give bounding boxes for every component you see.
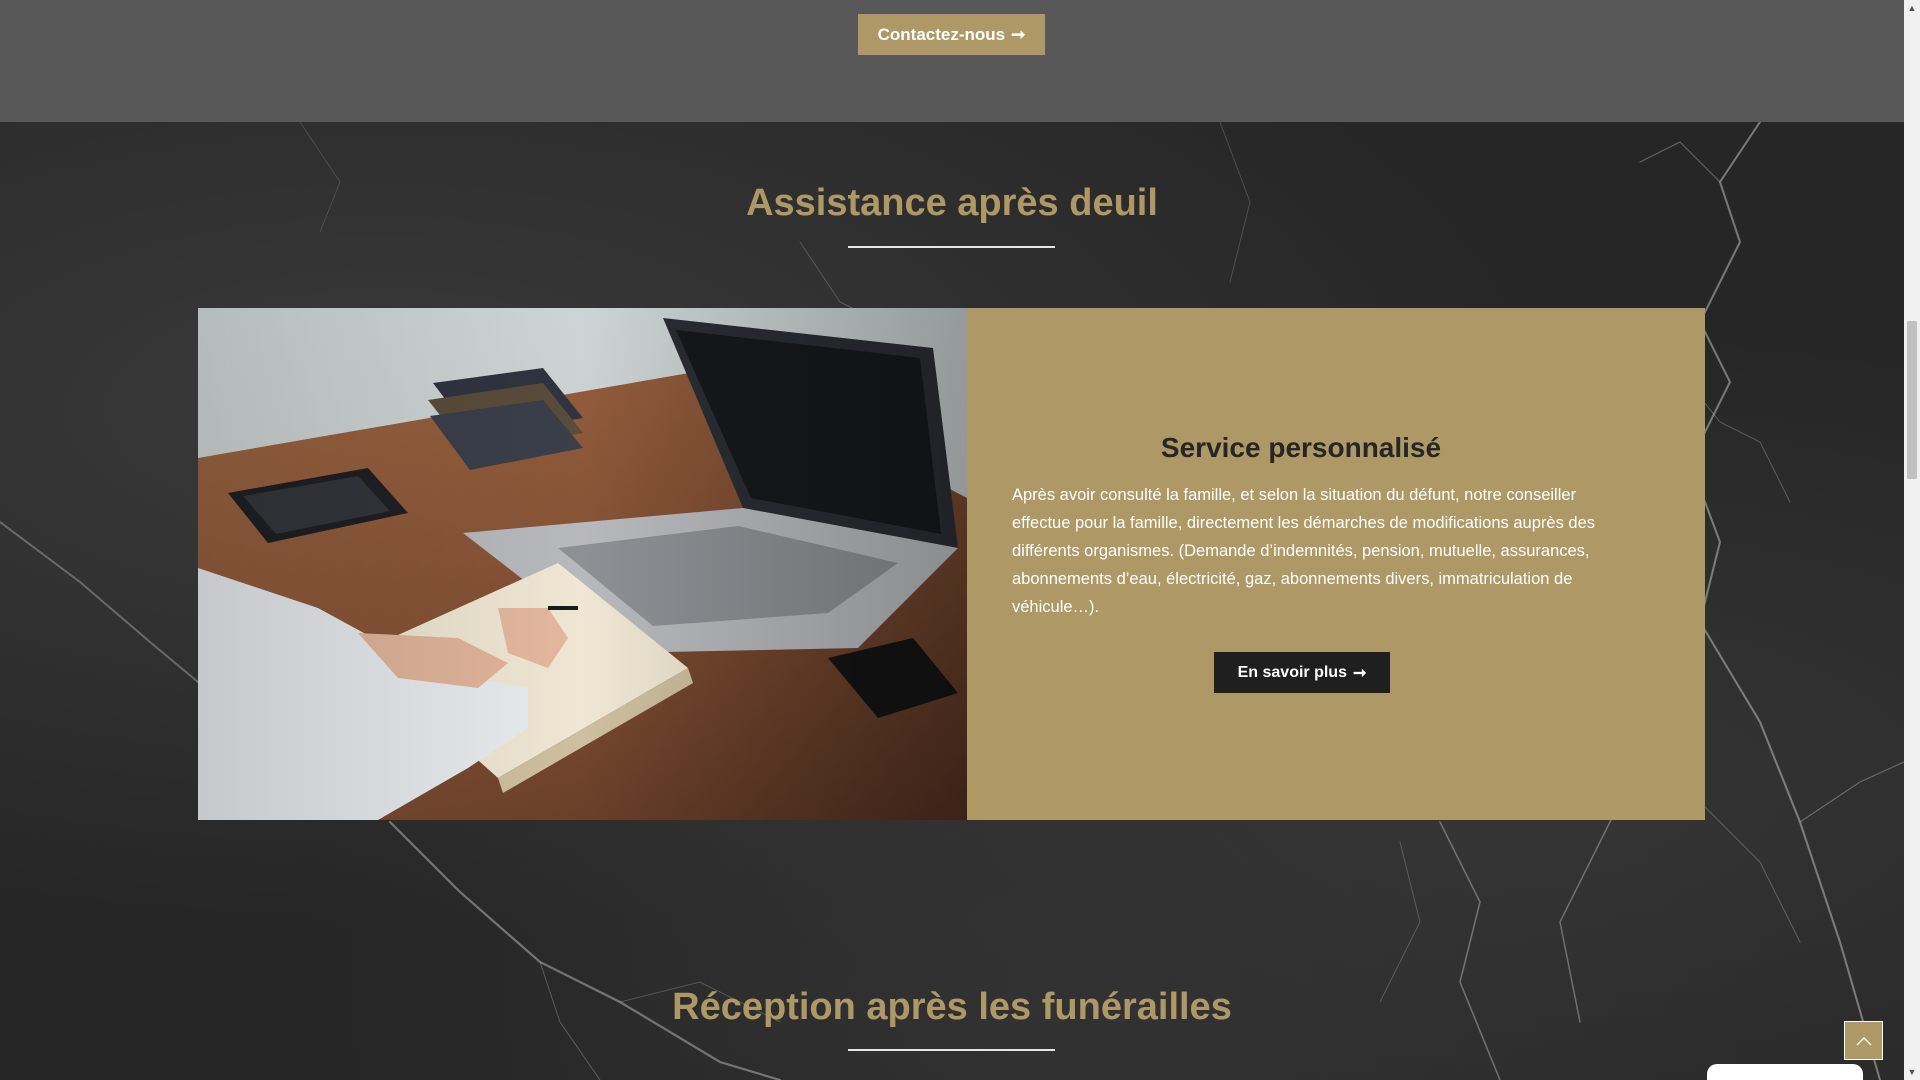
reception-title: Réception après les funérailles [672,986,1232,1028]
chevron-up-icon [1856,1036,1871,1045]
service-description: Après avoir consulté la famille, et selo… [1012,486,1596,616]
scroll-up-icon[interactable]: ▲ [1904,0,1920,16]
page-viewport: Contactez-nous ➞ Assistance après deuil … [0,0,1904,1080]
scrollbar-thumb[interactable] [1907,321,1917,479]
scroll-down-icon[interactable]: ▼ [1904,1064,1920,1080]
chat-widget-tab[interactable] [1707,1064,1863,1080]
arrow-right-icon: ➞ [1352,664,1367,682]
learn-more-label: En savoir plus [1237,663,1347,681]
service-heading: Service personnalisé [1160,432,1442,463]
service-card: Service personnalisé Après avoir consult… [967,308,1705,820]
assistance-title: Assistance après deuil [746,182,1158,224]
back-to-top-button[interactable] [1844,1021,1883,1060]
contact-band: Contactez-nous ➞ [0,0,1904,122]
reception-title-rule [848,1049,1055,1051]
arrow-right-icon: ➞ [1011,24,1026,44]
assistance-title-rule [848,246,1055,248]
learn-more-button[interactable]: En savoir plus ➞ [1214,652,1390,693]
service-photo [198,308,967,820]
contact-button[interactable]: Contactez-nous ➞ [858,14,1045,55]
contact-button-label: Contactez-nous [877,24,1006,44]
page-scrollbar[interactable]: ▲ ▼ [1904,0,1920,1080]
desk-laptop-illustration [198,308,967,820]
